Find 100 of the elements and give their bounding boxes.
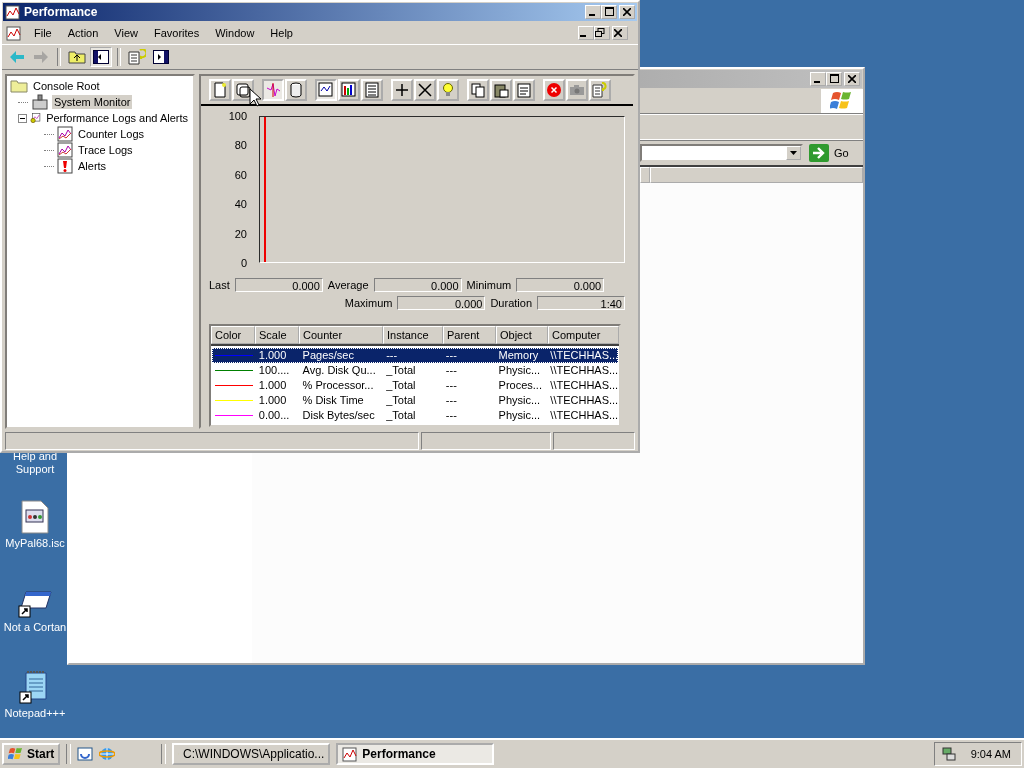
view-histogram-button[interactable] (338, 78, 360, 101)
help-button[interactable] (126, 47, 148, 67)
view-graph-button[interactable] (315, 78, 337, 101)
paste-counter-list-button[interactable] (490, 78, 512, 101)
plus-icon (394, 81, 410, 98)
chart-app-icon[interactable] (6, 25, 22, 41)
view-log-data-button[interactable] (285, 78, 307, 101)
column-header[interactable]: Instance (383, 326, 443, 344)
new-counter-set-button[interactable] (209, 78, 231, 101)
table-cell-text: Memory (497, 348, 540, 363)
menu-item[interactable]: Window (207, 27, 263, 39)
copy-icon (470, 81, 486, 98)
flag-logo-icon (8, 747, 24, 761)
freeze-display-button[interactable] (543, 78, 565, 101)
counter-row[interactable]: 0.00... Disk Bytes/sec _Total --- Physic... \\TECHHAS... (212, 408, 618, 423)
counter-row[interactable]: 100.... Avg. Disk Qu... _Total --- Physic... \\TECHHAS... (212, 363, 618, 378)
column-header[interactable]: Color (211, 326, 255, 344)
counter-row[interactable]: 1.000 % Processor... _Total --- Proces... \\TECHHAS... (212, 378, 618, 393)
menu-item[interactable]: View (106, 27, 146, 39)
minimize-button[interactable] (585, 5, 601, 19)
collapse-toggle[interactable] (18, 113, 27, 123)
network-icon[interactable] (940, 746, 957, 762)
table-cell-text: --- (444, 378, 458, 393)
axis-tick-label: 20 (234, 227, 247, 240)
menu-item[interactable]: Action (59, 27, 107, 39)
restore-icon (595, 28, 605, 37)
desktop-icon-label[interactable]: MyPal68.isc (5, 537, 65, 550)
table-cell-text: 1.000 (257, 393, 288, 408)
maximize-button[interactable] (601, 5, 617, 19)
tree-item[interactable]: Performance Logs and Alerts (44, 111, 190, 125)
taskbar-button[interactable]: C:\WINDOWS\Applicatio... (172, 743, 331, 765)
table-cell-text: Pages/sec (301, 348, 355, 363)
properties-button[interactable] (513, 78, 535, 101)
cross-icon (417, 81, 433, 98)
desktop-icon-label[interactable]: Help and Support (10, 450, 60, 476)
counter-row[interactable]: 1.000 % Disk Time _Total --- Physic... \\TECHHAS... (212, 393, 618, 408)
tree-toggle-button[interactable] (90, 47, 112, 67)
close-icon (614, 29, 622, 37)
column-header[interactable]: Scale (255, 326, 299, 344)
close-button[interactable] (619, 5, 635, 19)
desktop-icon-label[interactable]: Not a Cortan (3, 621, 67, 634)
log-chart-icon (57, 142, 73, 158)
maximize-icon (829, 74, 839, 83)
computer-icon (31, 94, 49, 110)
tree-item[interactable]: Trace Logs (76, 143, 135, 157)
help-icon (592, 81, 608, 98)
menu-item[interactable]: File (26, 27, 60, 39)
tree-item[interactable]: Counter Logs (76, 127, 147, 141)
column-header[interactable]: Parent (443, 326, 496, 344)
address-field[interactable] (640, 144, 803, 162)
stat-value-field: 0.000 (397, 295, 486, 310)
close-button[interactable] (612, 26, 628, 40)
view-report-button[interactable] (361, 78, 383, 101)
histogram-icon (341, 81, 357, 98)
desktop-icon-label[interactable]: Notepad+++ (4, 707, 66, 720)
back-icon (8, 50, 26, 64)
delete-counter-button[interactable] (414, 78, 436, 101)
column-header[interactable]: Counter (299, 326, 383, 344)
table-cell-text: 1.000 (257, 378, 288, 393)
restore-button[interactable] (594, 26, 610, 40)
help-button[interactable] (589, 78, 611, 101)
table-cell-text: Physic... (497, 408, 542, 423)
tree-item[interactable]: Alerts (76, 159, 109, 173)
pane-toggle-icon (153, 50, 169, 64)
table-cell-text: \\TECHHAS... (549, 393, 618, 408)
update-data-button[interactable] (566, 78, 588, 101)
axis-tick-label: 60 (234, 168, 247, 181)
stat-label: Minimum (466, 278, 512, 291)
copy-properties-button[interactable] (467, 78, 489, 101)
column-header[interactable]: Computer (548, 326, 619, 344)
up-folder-icon (68, 50, 86, 64)
counter-row[interactable]: 1.000 Pages/sec --- --- Memory \\TECHHAS... (212, 348, 618, 363)
table-cell-text: --- (444, 348, 458, 363)
chart-app-icon (342, 746, 359, 762)
close-icon (623, 8, 631, 16)
minimize-button[interactable] (578, 26, 594, 40)
column-header[interactable]: Object (496, 326, 548, 344)
axis-tick-label: 100 (228, 109, 247, 122)
tree-item[interactable]: System Monitor (52, 95, 133, 109)
file-icon[interactable] (21, 500, 49, 534)
stat-label: Duration (490, 296, 532, 309)
taskbar-button[interactable]: Performance (336, 743, 495, 765)
add-counter-button[interactable] (391, 78, 413, 101)
table-cell-text: Physic... (497, 393, 542, 408)
axis-tick-label: 40 (234, 198, 247, 210)
menu-item[interactable]: Favorites (145, 27, 208, 39)
table-cell-text: Physic... (497, 363, 542, 378)
chart-app-icon (5, 4, 21, 20)
window-shortcut-icon[interactable] (18, 588, 52, 618)
stat-value-field: 0.000 (373, 277, 462, 292)
start-button[interactable]: Start (2, 743, 61, 765)
menu-item[interactable]: Help (262, 27, 301, 39)
table-cell-text: _Total (385, 363, 417, 378)
go-button[interactable]: Go (809, 144, 849, 162)
tree-item[interactable]: Console Root (31, 79, 102, 93)
clear-display-button[interactable] (232, 78, 254, 101)
highlight-button[interactable] (437, 78, 459, 101)
report-icon (364, 81, 380, 98)
pane-toggle-button[interactable] (150, 47, 172, 67)
view-current-activity-button[interactable] (262, 78, 284, 101)
